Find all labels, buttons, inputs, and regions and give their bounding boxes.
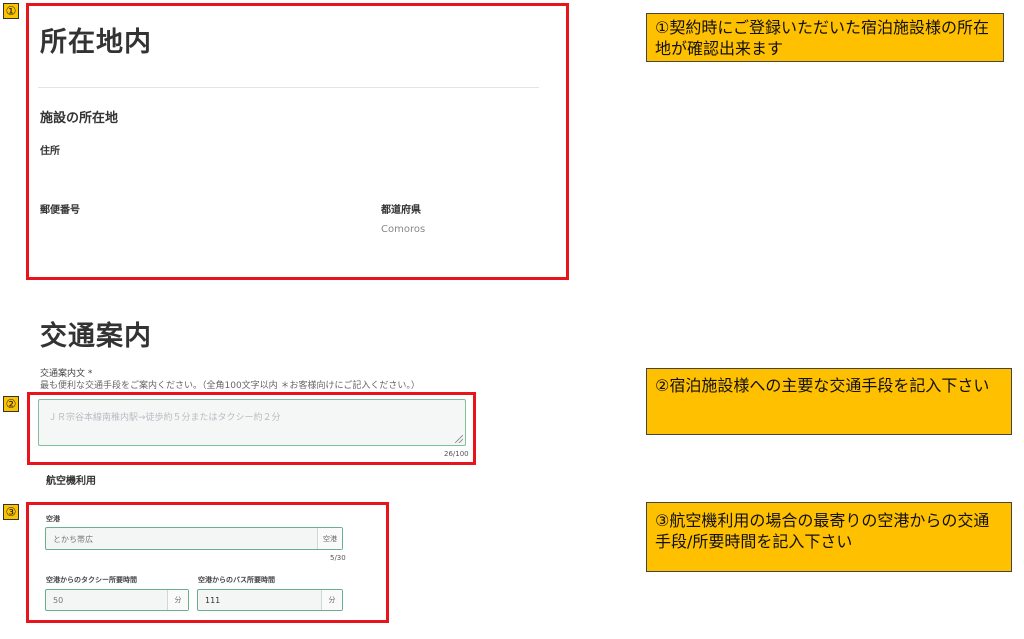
transport-textarea[interactable]: ＪＲ宗谷本線南稚内駅→徒歩約５分またはタクシー約２分 [38,399,466,446]
airport-unit: 空港 [317,528,342,549]
bus-time-unit: 分 [321,590,342,610]
transport-title: 交通案内 [40,321,152,352]
address-label: 住所 [40,146,60,157]
facility-location-heading: 施設の所在地 [40,111,119,126]
marker-2: ② [3,396,19,412]
callout-3: ③航空機利用の場合の最寄りの空港からの交通手段/所要時間を記入下さい [646,502,1012,572]
bus-time-label: 空港からのバス所要時間 [198,576,275,584]
callout-1: ①契約時にご登録いただいた宿泊施設様の所在地が確認出来ます [646,13,1004,62]
resize-grip-icon[interactable] [455,435,463,443]
airport-char-counter: 5/30 [330,554,346,562]
divider [38,87,539,88]
taxi-time-label: 空港からのタクシー所要時間 [46,576,137,584]
transport-field-help: 最も便利な交通手段をご案内ください。（全角100文字以内 ＊お客様向けにご記入く… [40,381,420,391]
marker-1: ① [3,3,19,19]
prefecture-value: Comoros [381,224,426,235]
taxi-time-input[interactable]: 50 分 [45,589,189,611]
airport-input-value: とかち帯広 [53,535,93,544]
taxi-time-value: 50 [53,596,64,605]
taxi-time-unit: 分 [167,590,188,610]
prefecture-label: 都道府県 [381,205,421,216]
postal-code-label: 郵便番号 [40,205,80,216]
airport-label: 空港 [46,515,60,523]
bus-time-value: 111 [205,596,221,605]
marker-3: ③ [3,504,19,520]
callout-2: ②宿泊施設様への主要な交通手段を記入下さい [646,368,1012,435]
airport-input[interactable]: とかち帯広 空港 [45,527,343,550]
bus-time-input[interactable]: 111 分 [197,589,343,611]
transport-char-counter: 26/100 [444,450,469,458]
air-travel-heading: 航空機利用 [46,476,96,487]
page-title-location: 所在地内 [40,27,152,58]
transport-textarea-value: ＪＲ宗谷本線南稚内駅→徒歩約５分またはタクシー約２分 [48,413,281,423]
